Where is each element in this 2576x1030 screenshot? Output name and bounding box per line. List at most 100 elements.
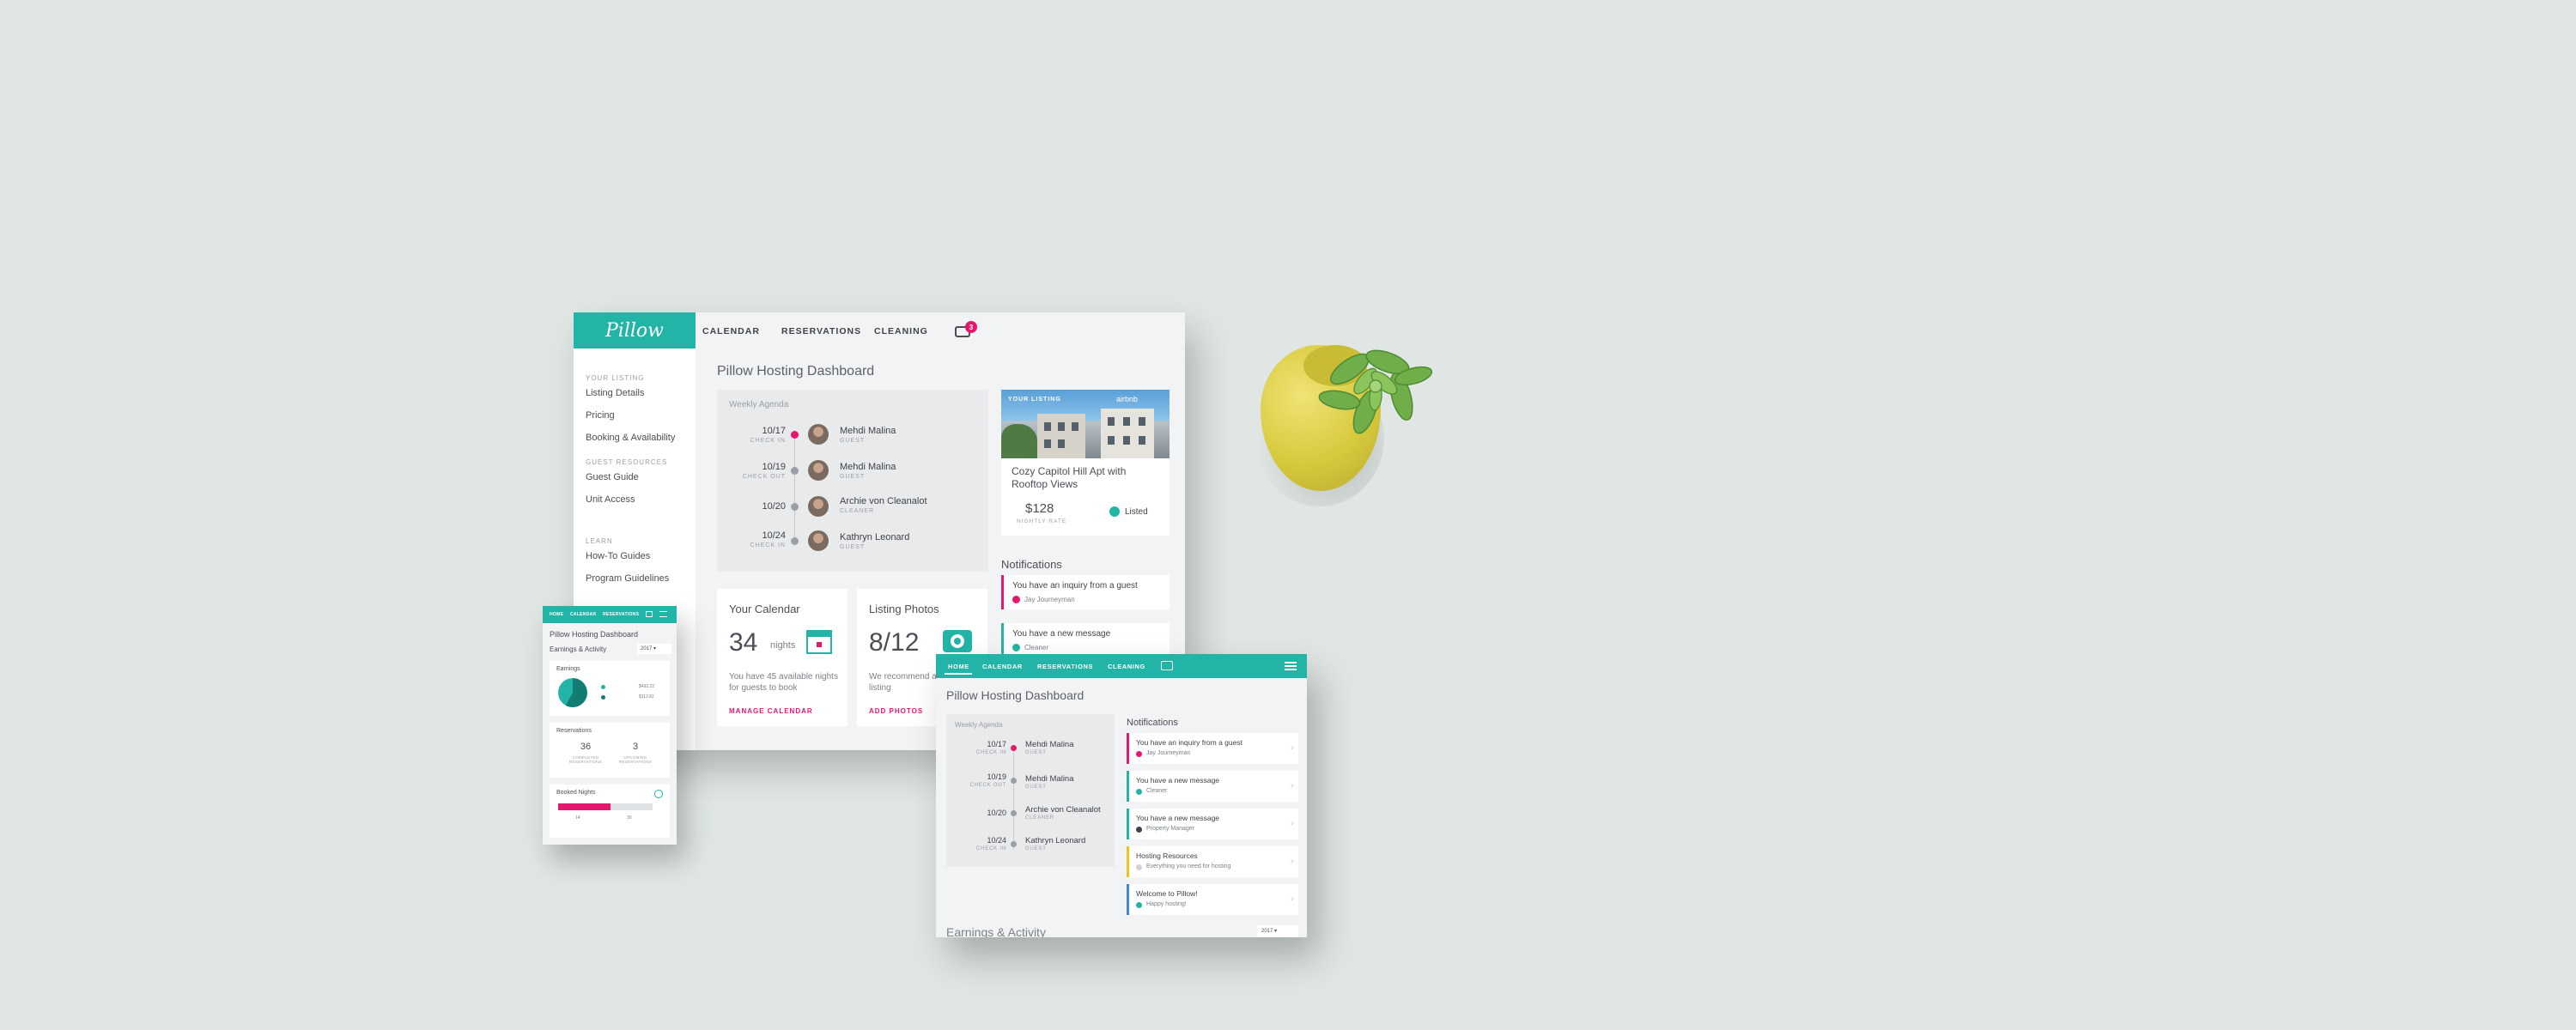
listing-price: $128: [1025, 501, 1054, 516]
earnings-pie: [558, 678, 587, 707]
sidebar-item-booking[interactable]: Booking & Availability: [586, 433, 675, 443]
notification-item[interactable]: Hosting Resources Everything you need fo…: [1127, 846, 1298, 877]
agenda-person-name[interactable]: Archie von Cleanalot: [1025, 805, 1101, 815]
avatar: [808, 496, 829, 517]
tablet-nav-cleaning[interactable]: CLEANING: [1108, 663, 1145, 670]
add-photos-link[interactable]: ADD PHOTOS: [869, 707, 923, 715]
sidebar-item-unit-access[interactable]: Unit Access: [586, 494, 635, 505]
sidebar-item-listing-details[interactable]: Listing Details: [586, 388, 644, 398]
sidebar-item-guest-guide[interactable]: Guest Guide: [586, 472, 639, 482]
chevron-right-icon: ›: [1291, 781, 1294, 791]
notification-text: You have an inquiry from a guest: [1012, 581, 1138, 591]
tablet-screen: HOME CALENDAR RESERVATIONS CLEANING Pill…: [936, 654, 1307, 937]
notification-avatar: [1136, 751, 1142, 757]
notification-avatar: [1136, 827, 1142, 833]
agenda-event-type: CHECK IN: [975, 750, 1006, 755]
agenda-person-name[interactable]: Mehdi Malina: [1025, 774, 1074, 784]
notification-avatar: [1012, 596, 1020, 603]
nav-reservations[interactable]: RESERVATIONS: [781, 326, 861, 336]
agenda-date: 10/17: [987, 740, 1006, 748]
avatar: [808, 460, 829, 481]
listing-name[interactable]: Cozy Capitol Hill Apt with Rooftop Views: [1012, 465, 1162, 491]
sidebar-item-pricing[interactable]: Pricing: [586, 410, 615, 421]
nav-calendar[interactable]: CALENDAR: [702, 326, 760, 336]
agenda-dot: [1011, 841, 1017, 847]
menu-icon[interactable]: [1285, 662, 1297, 670]
calendar-card-desc: You have 45 available nights for guests …: [729, 672, 838, 693]
agenda-event-type: CHECK IN: [750, 438, 786, 444]
agenda-heading: Weekly Agenda: [955, 721, 1003, 729]
sidebar-item-program-guidelines[interactable]: Program Guidelines: [586, 573, 669, 584]
notification-sender: Cleaner: [1024, 644, 1049, 651]
calendar-nights-count: 34: [729, 628, 758, 657]
agenda-date: 10/19: [987, 772, 1006, 781]
bar-tick: 30: [627, 815, 632, 821]
mobile-nav-home[interactable]: HOME: [550, 612, 563, 617]
notification-item[interactable]: You have a new message Cleaner ›: [1127, 771, 1298, 802]
agenda-person-name[interactable]: Kathryn Leonard: [840, 532, 909, 542]
agenda-heading: Weekly Agenda: [729, 400, 789, 409]
calendar-nights-unit: nights: [770, 640, 796, 651]
earnings-card: Earnings $492.22 $112.82: [550, 661, 670, 716]
notification-icon: [1136, 902, 1142, 908]
completed-count: 36: [580, 742, 592, 752]
notification-sender: Jay Journeyman: [1024, 596, 1075, 603]
notification-avatar: [1012, 644, 1020, 651]
mobile-nav-calendar[interactable]: CALENDAR: [570, 612, 596, 617]
tablet-nav-calendar[interactable]: CALENDAR: [982, 663, 1023, 670]
tablet-nav-reservations[interactable]: RESERVATIONS: [1037, 663, 1093, 670]
booked-nights-title: Booked Nights: [556, 790, 596, 796]
listing-rate-label: NIGHTLY RATE: [1017, 518, 1067, 524]
photo-building: [1101, 409, 1154, 458]
agenda-person-name[interactable]: Mehdi Malina: [840, 462, 896, 472]
tablet-year-select[interactable]: 2017 ▾: [1257, 925, 1298, 937]
reservations-title: Reservations: [556, 728, 592, 734]
agenda-dot: [1011, 778, 1017, 784]
notification-item[interactable]: You have an inquiry from a guest Jay Jou…: [1127, 733, 1298, 764]
notification-item[interactable]: You have a new message Property Manager …: [1127, 809, 1298, 839]
chat-icon[interactable]: [1161, 661, 1173, 670]
agenda-person-name[interactable]: Archie von Cleanalot: [840, 496, 927, 506]
agenda-event-type: CHECK OUT: [969, 783, 1006, 788]
agenda-date: 10/17: [762, 426, 786, 436]
upcoming-count: 3: [632, 742, 639, 752]
sidebar-item-how-to-guides[interactable]: How-To Guides: [586, 551, 650, 561]
tablet-nav-home[interactable]: HOME: [948, 663, 969, 670]
earnings-value: $492.22: [639, 684, 655, 689]
booked-nights-card: Booked Nights 14 30: [550, 785, 670, 838]
notification-text: You have an inquiry from a guest: [1136, 738, 1242, 747]
manage-calendar-link[interactable]: MANAGE CALENDAR: [729, 707, 813, 715]
agenda-person-role: GUEST: [1025, 846, 1047, 851]
avatar: [808, 424, 829, 445]
mobile-page-title: Pillow Hosting Dashboard: [550, 630, 639, 639]
weekly-agenda: Weekly Agenda 10/17 CHECK IN Mehdi Malin…: [717, 390, 988, 572]
nav-cleaning[interactable]: CLEANING: [874, 326, 928, 336]
upcoming-label: UPCOMING RESERVATIONS: [618, 755, 653, 764]
agenda-event-type: CHECK IN: [975, 846, 1006, 851]
sidebar-section-your-listing: YOUR LISTING: [586, 374, 645, 382]
agenda-person-name[interactable]: Mehdi Malina: [1025, 740, 1074, 749]
notification-sender: Everything you need for hosting: [1146, 863, 1231, 869]
chevron-right-icon: ›: [1291, 857, 1294, 866]
notification-text: Hosting Resources: [1136, 851, 1198, 860]
listing-card[interactable]: YOUR LISTING airbnb Cozy Capitol Hill Ap…: [1001, 390, 1170, 536]
notification-item[interactable]: Welcome to Pillow! Happy hosting! ›: [1127, 884, 1298, 915]
menu-icon[interactable]: [659, 611, 667, 617]
notification-item[interactable]: You have an inquiry from a guest Jay Jou…: [1001, 575, 1170, 609]
notification-item[interactable]: You have a new message Cleaner: [1001, 623, 1170, 657]
info-icon[interactable]: [654, 790, 663, 798]
chat-icon[interactable]: 3: [955, 321, 977, 338]
pillow-logo[interactable]: Pillow: [574, 312, 696, 348]
chat-icon[interactable]: [646, 611, 653, 617]
calendar-card: Your Calendar 34 nights You have 45 avai…: [717, 589, 848, 726]
agenda-person-name[interactable]: Mehdi Malina: [840, 426, 896, 436]
mobile-nav-reservations[interactable]: RESERVATIONS: [603, 612, 639, 617]
year-select[interactable]: 2017 ▾: [637, 644, 671, 654]
notification-icon: [1136, 864, 1142, 870]
agenda-dot: [791, 431, 799, 439]
agenda-person-name[interactable]: Kathryn Leonard: [1025, 836, 1085, 845]
calendar-card-title: Your Calendar: [729, 603, 800, 615]
chevron-right-icon: ›: [1291, 894, 1294, 904]
booked-nights-bar: [558, 803, 653, 810]
agenda-person-role: GUEST: [1025, 750, 1047, 755]
